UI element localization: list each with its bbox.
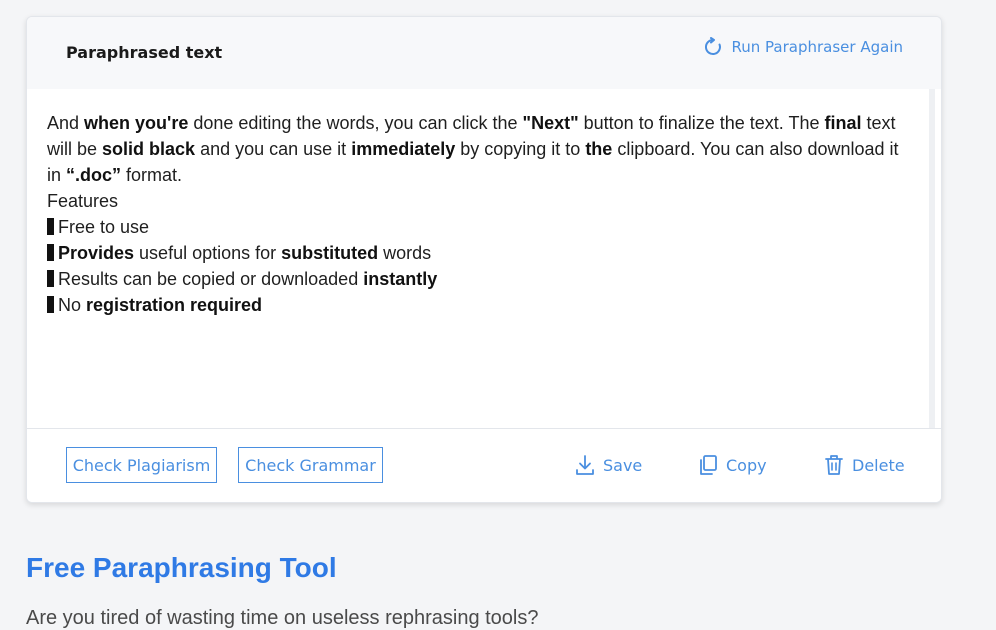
text-run: button to finalize the text. The	[578, 113, 825, 133]
trash-icon	[825, 455, 843, 475]
text-run: format.	[121, 165, 183, 185]
feature-item: Results can be copied or downloaded inst…	[47, 266, 903, 292]
download-icon	[576, 455, 594, 475]
output-paragraph: And when you're done editing the words, …	[47, 110, 903, 188]
copy-icon	[700, 455, 717, 475]
section-title: Free Paraphrasing Tool	[26, 552, 337, 583]
text-run: and you can use it	[195, 139, 352, 159]
copy-button[interactable]: Copy	[698, 454, 767, 476]
highlighted-word: “.doc”	[66, 165, 122, 185]
copy-label: Copy	[726, 455, 767, 475]
highlighted-word: when you're	[84, 113, 189, 133]
card-header: Paraphrased text Run Paraphraser Again	[27, 17, 941, 89]
text-run: Free to use	[58, 217, 150, 237]
text-run: by copying it to	[455, 139, 586, 159]
save-label: Save	[603, 455, 643, 475]
highlighted-word: substituted	[281, 243, 379, 263]
paraphrased-output[interactable]: And when you're done editing the words, …	[27, 89, 935, 428]
refresh-icon	[704, 37, 721, 55]
save-button[interactable]: Save	[575, 454, 642, 476]
check-plagiarism-button[interactable]: Check Plagiarism	[66, 447, 217, 483]
highlighted-word: registration required	[86, 295, 263, 315]
highlighted-word: instantly	[363, 269, 438, 289]
run-paraphraser-again-label: Run Paraphraser Again	[731, 38, 903, 56]
text-run: useful options for	[134, 243, 282, 263]
output-text: And when you're done editing the words, …	[47, 110, 903, 318]
text-run: done editing the words, you can click th…	[188, 113, 523, 133]
text-run: Results can be copied or downloaded	[58, 269, 364, 289]
feature-item: Free to use	[47, 214, 903, 240]
text-run: words	[378, 243, 432, 263]
check-grammar-button[interactable]: Check Grammar	[238, 447, 383, 483]
card-title: Paraphrased text	[66, 43, 223, 62]
feature-item: Provides useful options for substituted …	[47, 240, 903, 266]
bullet-bar-icon	[47, 270, 54, 287]
feature-item: No registration required	[47, 292, 903, 318]
highlighted-word: Provides	[58, 243, 135, 263]
paraphrased-card: Paraphrased text Run Paraphraser Again A…	[26, 16, 942, 503]
section-subtitle: Are you tired of wasting time on useless…	[26, 607, 539, 629]
run-paraphraser-again-button[interactable]: Run Paraphraser Again	[703, 37, 903, 57]
card-footer: Check Plagiarism Check Grammar Save Copy	[27, 428, 941, 502]
delete-button[interactable]: Delete	[824, 454, 905, 476]
text-run: No	[58, 295, 87, 315]
highlighted-word: final	[824, 113, 862, 133]
bullet-bar-icon	[47, 244, 54, 261]
features-heading: Features	[47, 191, 119, 211]
delete-label: Delete	[852, 455, 905, 475]
highlighted-word: "Next"	[522, 113, 579, 133]
highlighted-word: solid black	[102, 139, 196, 159]
highlighted-word: the	[585, 139, 613, 159]
bullet-bar-icon	[47, 218, 54, 235]
text-run: And	[47, 113, 85, 133]
bullet-bar-icon	[47, 296, 54, 313]
highlighted-word: immediately	[351, 139, 456, 159]
